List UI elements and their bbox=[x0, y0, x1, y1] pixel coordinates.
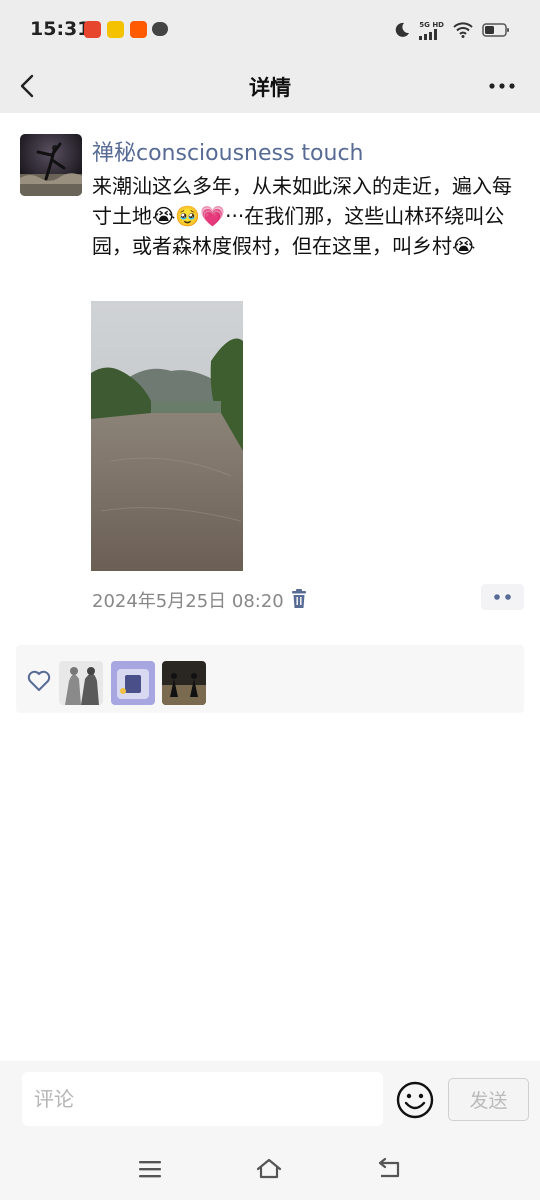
battery-icon bbox=[482, 23, 509, 37]
app-notification-icon bbox=[130, 21, 147, 38]
liker-avatar[interactable] bbox=[111, 661, 155, 705]
menu-icon[interactable] bbox=[136, 1156, 164, 1182]
page-title: 详情 bbox=[249, 76, 291, 100]
message-notification-icon bbox=[152, 22, 168, 36]
post-timestamp: 2024年5月25日 08:20 bbox=[92, 591, 284, 612]
likes-panel bbox=[16, 645, 524, 713]
status-time: 15:31 bbox=[30, 18, 91, 40]
comment-bar: 发送 bbox=[0, 1061, 540, 1138]
nav-bar: 详情 bbox=[0, 60, 540, 113]
network-label: 5G HD bbox=[419, 20, 444, 29]
post-text: 来潮汕这么多年，从未如此深入的走近，遍入每寸土地😭🥹💗···在我们那，这些山林环… bbox=[92, 174, 512, 258]
dnd-moon-icon bbox=[395, 22, 410, 37]
comment-like-menu-button[interactable] bbox=[481, 584, 524, 610]
signal-indicator: 5G HD bbox=[419, 21, 444, 40]
app-notification-icon bbox=[107, 21, 124, 38]
wifi-icon bbox=[453, 22, 473, 38]
river-photo bbox=[91, 301, 243, 571]
liker-avatar[interactable] bbox=[162, 661, 206, 705]
post-photo[interactable] bbox=[91, 301, 243, 571]
emoji-icon[interactable] bbox=[396, 1081, 434, 1119]
back-nav-icon[interactable] bbox=[376, 1156, 404, 1182]
liker-avatar-image bbox=[111, 661, 155, 705]
trash-icon[interactable] bbox=[290, 589, 308, 609]
avatar[interactable] bbox=[20, 134, 82, 196]
avatar-image bbox=[20, 134, 82, 196]
liker-avatar-image bbox=[162, 661, 206, 705]
more-icon[interactable] bbox=[486, 76, 518, 96]
liker-avatar-image bbox=[59, 661, 103, 705]
status-indicators: 5G HD bbox=[394, 19, 510, 41]
heart-icon bbox=[27, 670, 51, 691]
signal-icon bbox=[419, 28, 438, 40]
liker-avatar[interactable] bbox=[59, 661, 103, 705]
status-bar: 15:31 5G HD bbox=[0, 0, 540, 60]
send-button[interactable]: 发送 bbox=[448, 1078, 529, 1121]
comment-input[interactable] bbox=[22, 1072, 383, 1126]
home-icon[interactable] bbox=[255, 1156, 283, 1182]
system-nav-bar bbox=[0, 1138, 540, 1200]
user-name[interactable]: 禅秘consciousness touch bbox=[92, 135, 364, 167]
app-notification-icon bbox=[84, 21, 101, 38]
